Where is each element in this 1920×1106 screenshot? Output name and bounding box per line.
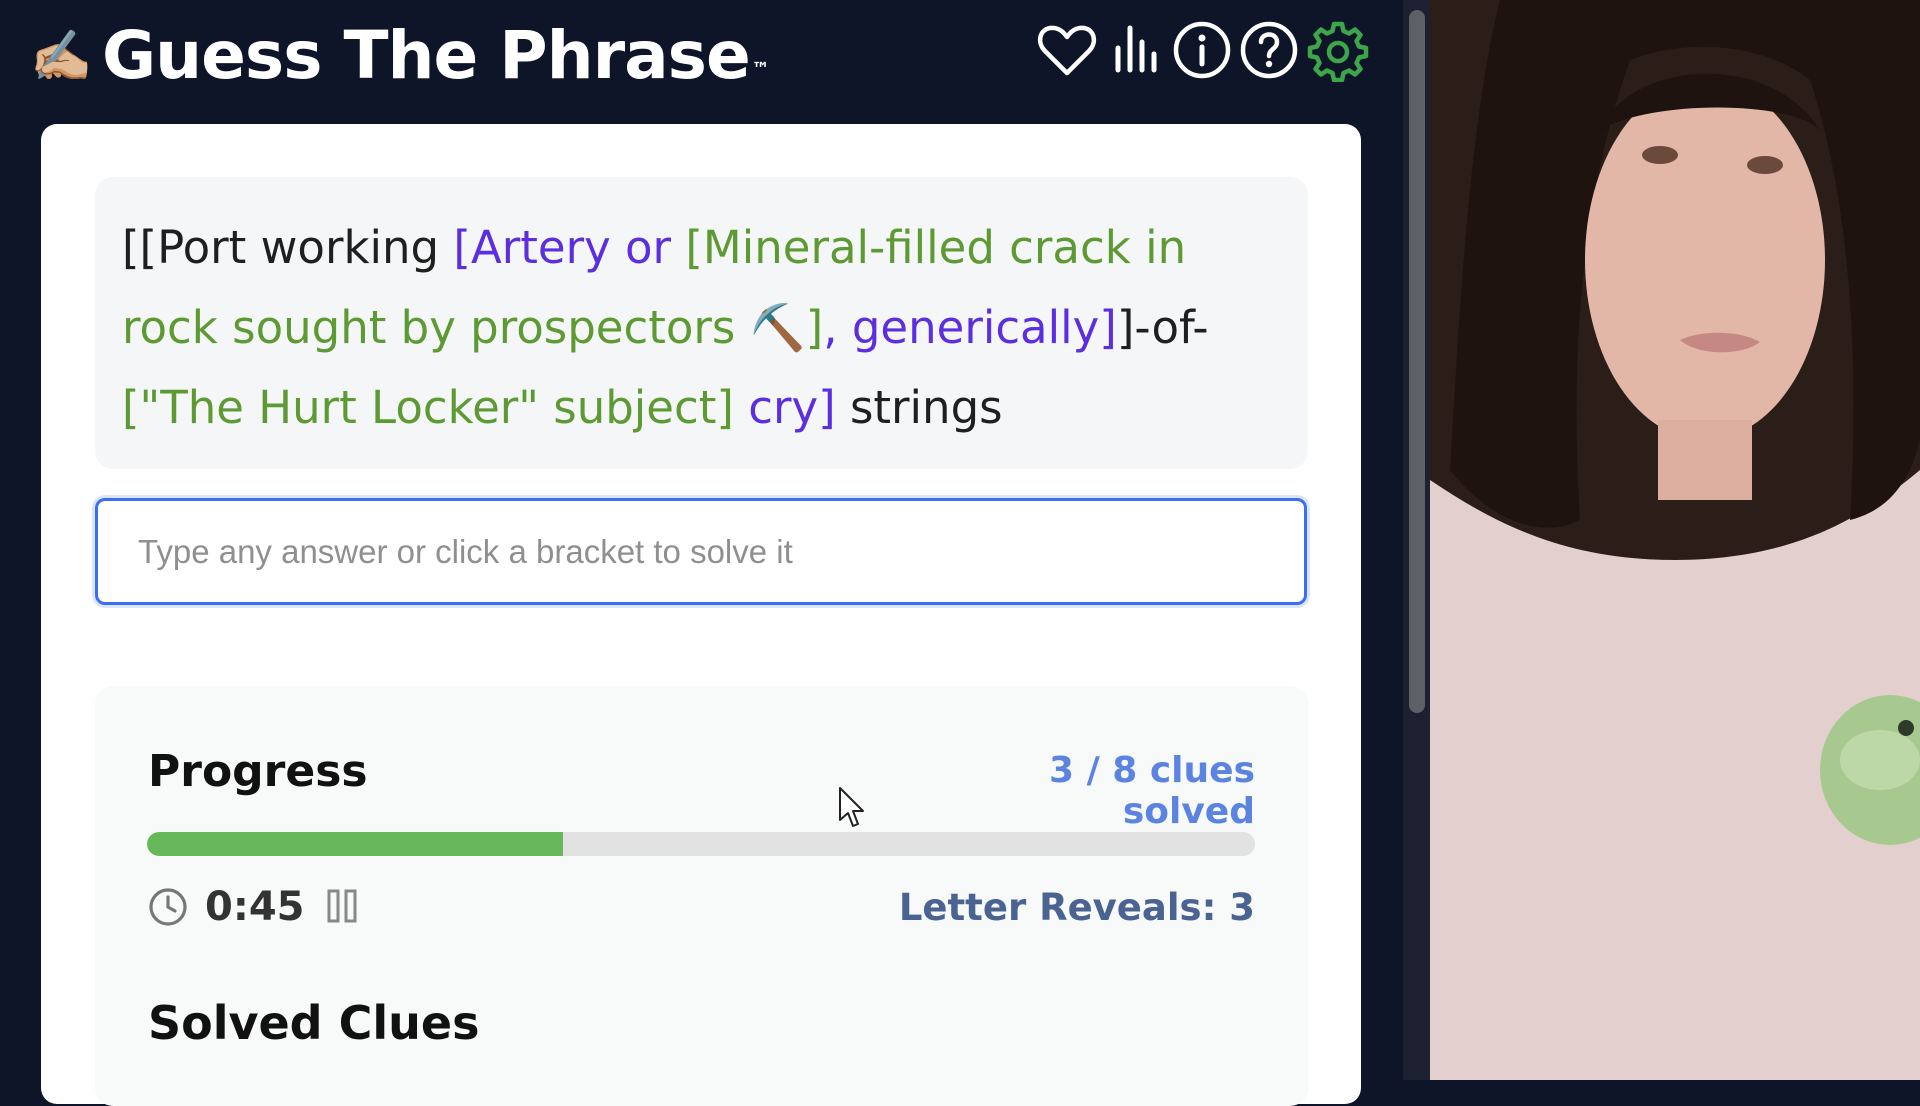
letter-reveals-count[interactable]: Letter Reveals: 3 (873, 886, 1255, 929)
heart-icon[interactable] (1035, 18, 1099, 82)
webcam-person-image (1430, 0, 1920, 1080)
solved-clues-title: Solved Clues (148, 996, 480, 1050)
clue-segment[interactable]: ["The Hurt Locker" subject] (122, 381, 734, 434)
help-icon[interactable] (1237, 18, 1301, 82)
answer-input[interactable] (95, 498, 1307, 605)
clue-segment: ]-of- (1116, 301, 1209, 354)
clue-segment: [[Port working (122, 221, 454, 274)
gear-icon[interactable] (1306, 18, 1370, 82)
clue-segment[interactable]: , generically] (823, 301, 1117, 354)
header: ✍🏼 Guess The Phrase ™ (0, 0, 1403, 118)
clue-phrase[interactable]: [[Port working [Artery or [Mineral-fille… (122, 208, 1292, 448)
clue-segment[interactable]: [Artery or (453, 221, 685, 274)
app-title: Guess The Phrase ™ (102, 14, 770, 98)
clue-segment[interactable]: cry] (734, 381, 835, 434)
clues-solved-count: 3 / 8 clues solved (1049, 750, 1255, 832)
progress-bar-fill (147, 832, 563, 856)
pause-icon[interactable] (326, 888, 358, 924)
app-title-text: Guess The Phrase (102, 17, 751, 94)
clue-segment: strings (835, 381, 1003, 434)
progress-bar (147, 832, 1255, 856)
bar-chart-icon[interactable] (1102, 18, 1166, 82)
webcam-overlay (1430, 0, 1920, 1080)
clock-icon (148, 887, 188, 927)
trademark: ™ (751, 59, 770, 80)
writing-hand-icon: ✍🏼 (30, 27, 93, 85)
progress-title: Progress (148, 746, 368, 797)
timer: 0:45 (205, 884, 305, 930)
info-icon[interactable] (1170, 18, 1234, 82)
mouse-cursor-icon (838, 786, 866, 830)
scrollbar-thumb[interactable] (1409, 10, 1425, 713)
